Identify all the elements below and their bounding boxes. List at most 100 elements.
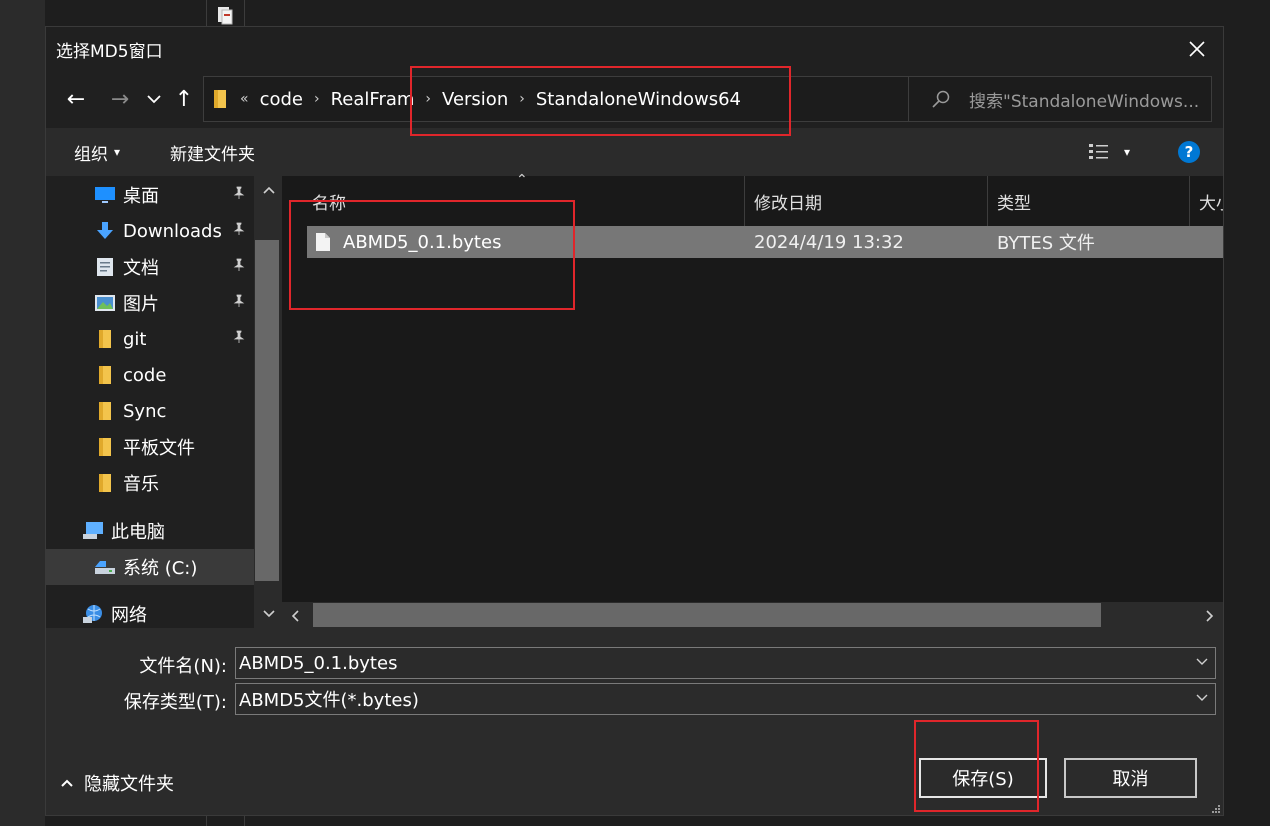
- background-divider: [244, 0, 245, 26]
- save-button[interactable]: 保存(S): [919, 758, 1047, 798]
- scroll-up-arrow-icon[interactable]: [262, 185, 276, 195]
- view-options-button[interactable]: ▾: [1124, 128, 1130, 176]
- breadcrumb-item-realfram[interactable]: RealFram: [328, 77, 418, 121]
- scrollbar-thumb[interactable]: [313, 603, 1101, 627]
- breadcrumb-separator-icon[interactable]: ›: [511, 91, 533, 107]
- organize-button[interactable]: 组织 ▾: [74, 128, 120, 176]
- up-arrow-icon: ↑: [174, 86, 194, 112]
- forward-arrow-icon: →: [110, 86, 130, 112]
- pin-icon: [232, 294, 246, 312]
- file-name: ABMD5_0.1.bytes: [343, 231, 502, 253]
- hide-folders-toggle[interactable]: 隐藏文件夹: [60, 770, 174, 796]
- computer-icon: [82, 520, 104, 542]
- sidebar-item-tablet-files[interactable]: 平板文件: [46, 429, 254, 465]
- back-arrow-icon: ←: [66, 86, 86, 112]
- sidebar-item-music[interactable]: 音乐: [46, 465, 254, 501]
- column-header-label: 修改日期: [754, 193, 822, 214]
- sidebar-item-label: 系统 (C:): [123, 558, 198, 579]
- file-list-horizontal-scrollbar[interactable]: [282, 602, 1223, 628]
- organize-label: 组织: [74, 144, 108, 165]
- column-header-type[interactable]: 类型: [987, 176, 1187, 226]
- sidebar-item-this-pc[interactable]: 此电脑: [46, 513, 254, 549]
- address-bar[interactable]: « code › RealFram › Version › Standalone…: [203, 76, 1030, 122]
- details-view-icon: [1089, 144, 1108, 159]
- sidebar-item-code[interactable]: code: [46, 357, 254, 393]
- sidebar-item-label: Sync: [123, 400, 167, 422]
- sidebar-item-downloads[interactable]: Downloads: [46, 213, 254, 249]
- breadcrumb-item-standalonewindows64[interactable]: StandaloneWindows64: [533, 77, 744, 121]
- new-folder-button[interactable]: 新建文件夹: [170, 128, 255, 176]
- sidebar-item-label: 音乐: [123, 474, 159, 495]
- column-header-size[interactable]: 大小: [1189, 176, 1223, 226]
- file-name-cell: ABMD5_0.1.bytes: [307, 226, 747, 258]
- filename-value: ABMD5_0.1.bytes: [239, 652, 398, 674]
- filetype-label: 保存类型(T):: [123, 692, 227, 713]
- forward-button[interactable]: →: [106, 83, 134, 115]
- sidebar-item-label: 此电脑: [111, 522, 165, 543]
- folder-icon: [94, 400, 116, 422]
- pin-icon: [232, 222, 246, 240]
- sidebar-item-documents[interactable]: 文档: [46, 249, 254, 285]
- folder-icon: [94, 436, 116, 458]
- up-button[interactable]: ↑: [172, 83, 196, 115]
- filetype-select[interactable]: ABMD5文件(*.bytes): [235, 683, 1216, 715]
- sidebar-item-pictures[interactable]: 图片: [46, 285, 254, 321]
- pin-icon: [232, 258, 246, 276]
- file-list-pane: ⌃ 名称 修改日期 类型 大小 ABMD5_0.1.bytes 20: [282, 172, 1223, 628]
- sidebar-item-label: 文档: [123, 258, 159, 279]
- file-modified: 2024/4/19 13:32: [754, 231, 904, 253]
- column-header-date-modified[interactable]: 修改日期: [744, 176, 986, 226]
- new-folder-label: 新建文件夹: [170, 144, 255, 165]
- back-button[interactable]: ←: [62, 83, 90, 115]
- scroll-left-arrow-icon[interactable]: [290, 609, 300, 623]
- column-header-name[interactable]: 名称: [302, 176, 742, 226]
- close-icon: [1189, 41, 1205, 57]
- breadcrumb-item-version[interactable]: Version: [439, 77, 511, 121]
- file-row[interactable]: ABMD5_0.1.bytes 2024/4/19 13:32 BYTES 文件: [307, 226, 1223, 258]
- change-view-button[interactable]: [1088, 128, 1110, 176]
- sidebar-scrollbar[interactable]: [254, 176, 282, 628]
- close-button[interactable]: [1181, 33, 1213, 65]
- sidebar-item-sync[interactable]: Sync: [46, 393, 254, 429]
- file-type: BYTES 文件: [997, 233, 1095, 254]
- navigation-pane: 桌面 Downloads 文档 图片 git code Sync 平板文件 音乐…: [46, 176, 282, 628]
- background-divider: [206, 816, 207, 826]
- scroll-right-arrow-icon[interactable]: [1205, 609, 1215, 623]
- filename-label: 文件名(N):: [139, 656, 227, 677]
- breadcrumb-separator-icon[interactable]: ›: [417, 91, 439, 107]
- sidebar-item-system-drive[interactable]: 系统 (C:): [46, 549, 254, 585]
- filename-input[interactable]: ABMD5_0.1.bytes: [235, 647, 1216, 679]
- file-type-cell: BYTES 文件: [997, 226, 1095, 258]
- background-divider: [206, 0, 207, 26]
- recent-locations-button[interactable]: [142, 83, 166, 115]
- chevron-down-icon[interactable]: [1195, 656, 1209, 668]
- breadcrumb-separator-icon[interactable]: ›: [306, 91, 328, 107]
- cancel-button[interactable]: 取消: [1064, 758, 1197, 798]
- sidebar-item-network[interactable]: 网络: [46, 596, 254, 632]
- background-divider: [244, 816, 245, 826]
- sidebar-item-label: 平板文件: [123, 438, 195, 459]
- scroll-down-arrow-icon[interactable]: [262, 609, 276, 619]
- breadcrumb-overflow-icon[interactable]: «: [232, 91, 257, 107]
- search-input[interactable]: 搜索"StandaloneWindows...: [908, 76, 1212, 122]
- desktop-icon: [94, 184, 116, 206]
- help-button[interactable]: ?: [1178, 128, 1200, 176]
- breadcrumb-item-code[interactable]: code: [257, 77, 306, 121]
- network-icon: [82, 603, 104, 625]
- title-bar: 选择MD5窗口: [46, 27, 1223, 71]
- resize-grip-icon[interactable]: [1209, 804, 1221, 814]
- folder-icon: [94, 472, 116, 494]
- sidebar-item-label: 桌面: [123, 186, 159, 207]
- cancel-button-label: 取消: [1112, 769, 1149, 790]
- folder-icon: [94, 328, 116, 350]
- drive-icon: [94, 556, 116, 578]
- background-file-icon: [216, 5, 234, 25]
- chevron-down-icon: ▾: [1124, 145, 1131, 159]
- hide-folders-label: 隐藏文件夹: [84, 774, 174, 795]
- chevron-up-icon: [61, 779, 73, 787]
- filetype-value: ABMD5文件(*.bytes): [239, 690, 419, 711]
- sidebar-item-git[interactable]: git: [46, 321, 254, 357]
- sidebar-item-desktop[interactable]: 桌面: [46, 177, 254, 213]
- chevron-down-icon[interactable]: [1195, 692, 1209, 704]
- scrollbar-thumb[interactable]: [255, 240, 279, 581]
